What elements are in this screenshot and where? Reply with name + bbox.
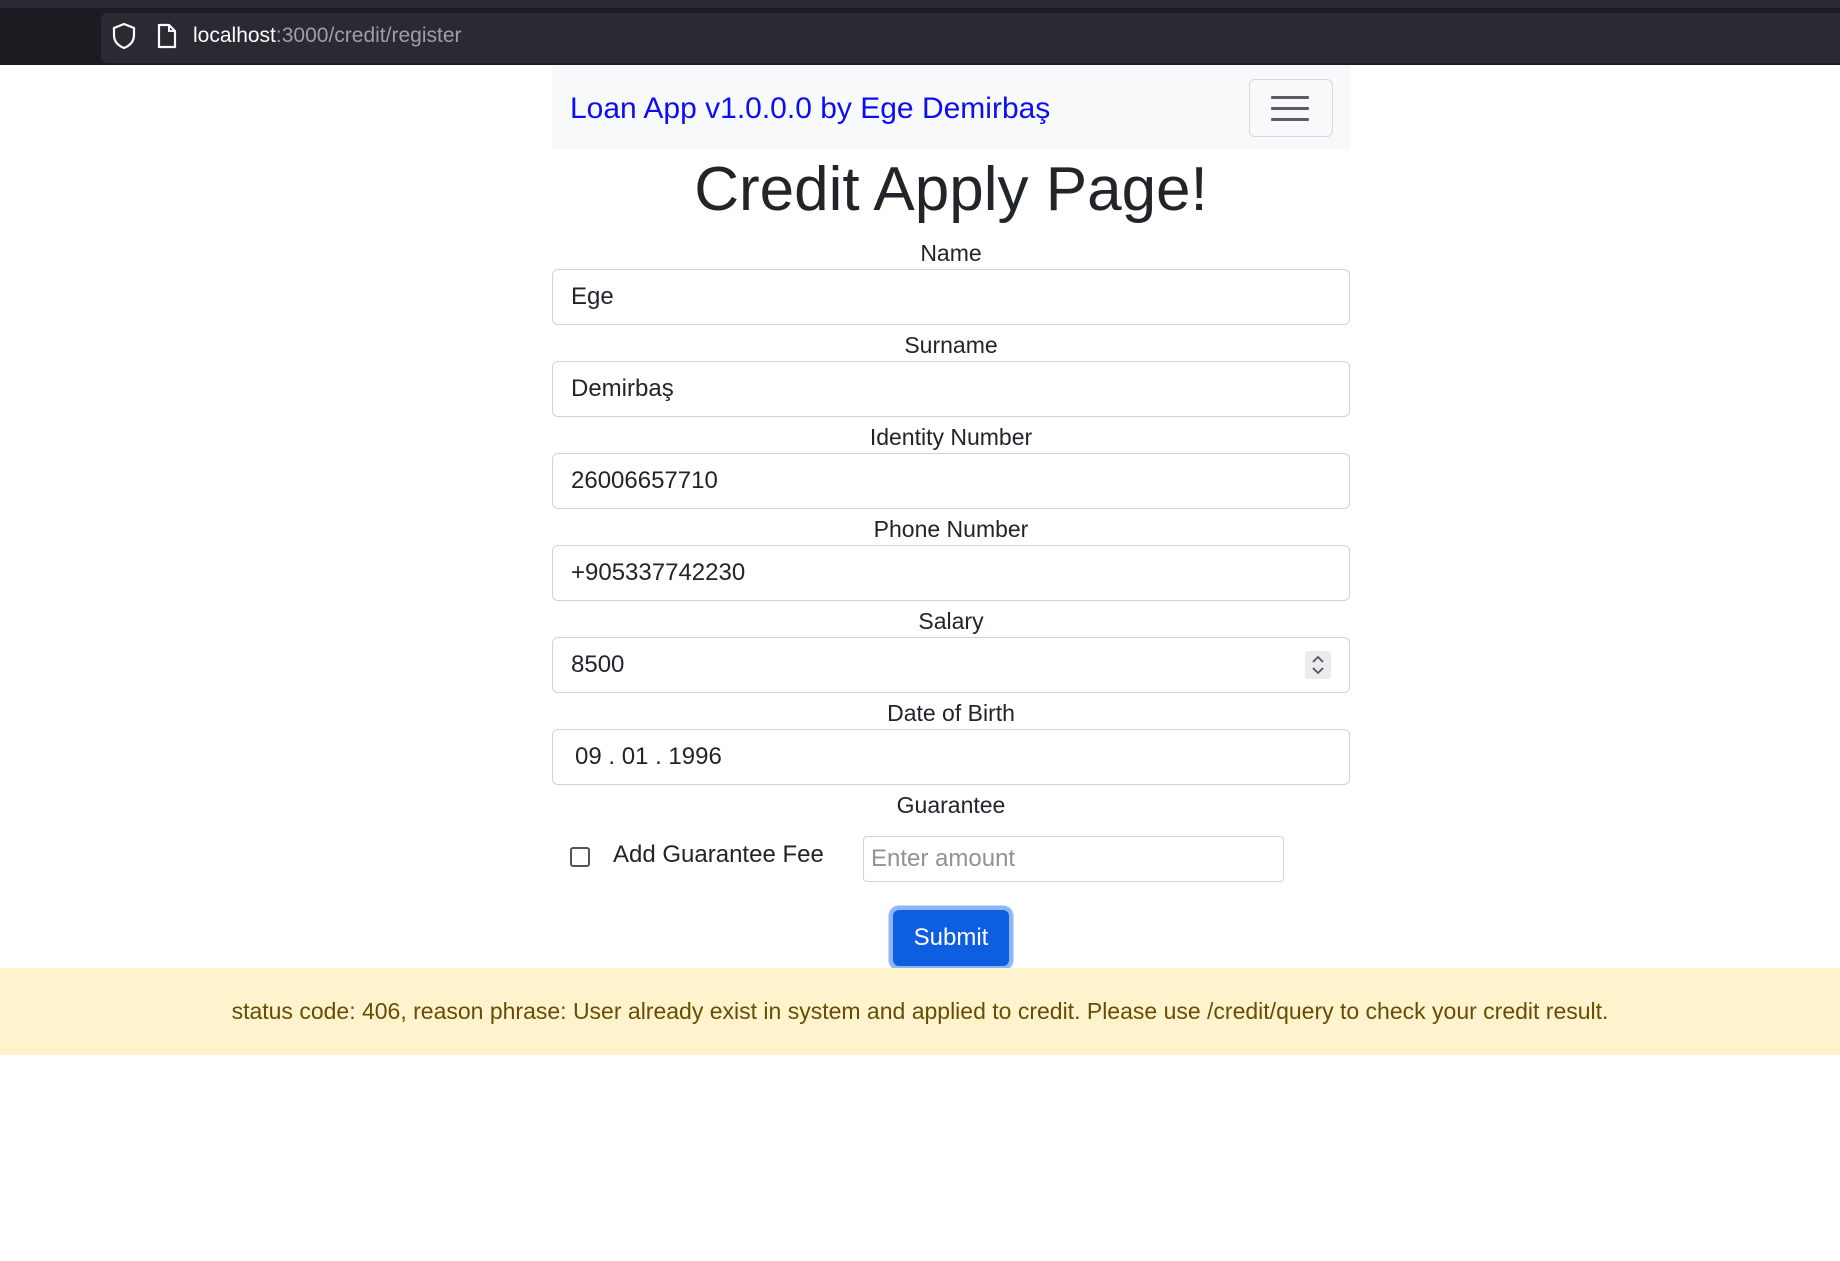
submit-button[interactable]: Submit — [889, 906, 1013, 970]
guarantee-label: Guarantee — [896, 792, 1006, 818]
phone-number-input[interactable]: +905337742230 — [552, 545, 1350, 601]
number-spinner[interactable] — [1305, 651, 1331, 679]
salary-input[interactable]: 8500 — [552, 637, 1350, 693]
date-of-birth-input[interactable]: 09 . 01 . 1996 — [552, 729, 1350, 785]
salary-label: Salary — [918, 608, 984, 634]
hamburger-icon-line — [1271, 107, 1309, 110]
navbar-toggler-button[interactable] — [1249, 79, 1333, 137]
salary-value: 8500 — [571, 651, 625, 678]
hamburger-icon-line — [1271, 118, 1309, 121]
page-icon — [157, 23, 177, 49]
hamburger-icon-line — [1271, 96, 1309, 99]
phone-number-label: Phone Number — [873, 516, 1029, 542]
navbar: Loan App v1.0.0.0 by Ege Demirbaş — [552, 65, 1350, 149]
identity-number-input[interactable]: 26006657710 — [552, 453, 1350, 509]
guarantee-checkbox-label[interactable]: Add Guarantee Fee — [613, 840, 824, 870]
navbar-brand[interactable]: Loan App v1.0.0.0 by Ege Demirbaş — [570, 91, 1050, 127]
spinner-arrows-icon — [1312, 655, 1324, 675]
name-label: Name — [920, 240, 982, 266]
date-of-birth-label: Date of Birth — [887, 700, 1015, 726]
url-path: :3000/credit/register — [275, 24, 462, 47]
surname-input[interactable]: Demirbaş — [552, 361, 1350, 417]
identity-number-label: Identity Number — [869, 424, 1033, 450]
page-title: Credit Apply Page! — [694, 155, 1208, 224]
error-alert: status code: 406, reason phrase: User al… — [0, 968, 1840, 1055]
url-host: localhost — [193, 24, 276, 47]
name-input[interactable]: Ege — [552, 269, 1350, 325]
surname-label: Surname — [904, 332, 998, 358]
guarantee-checkbox[interactable] — [570, 847, 590, 867]
guarantee-amount-input[interactable]: Enter amount — [863, 836, 1284, 882]
url-text[interactable]: localhost:3000/credit/register — [193, 22, 462, 50]
guarantee-row: Add Guarantee Fee Enter amount — [552, 834, 1350, 884]
shield-icon[interactable] — [111, 22, 137, 50]
